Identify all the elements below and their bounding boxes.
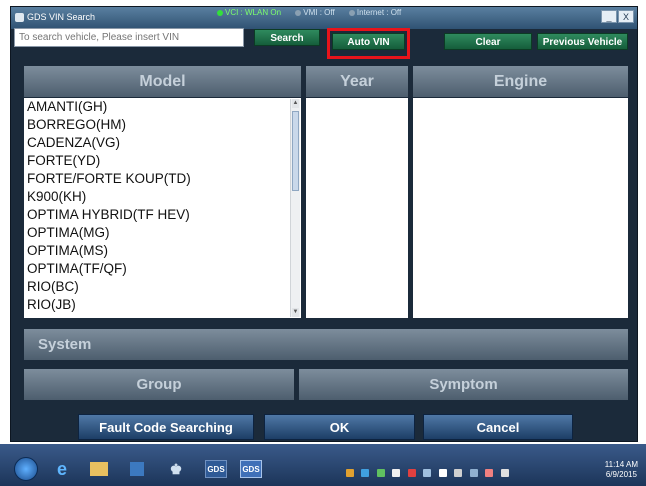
clear-button[interactable]: Clear bbox=[444, 33, 532, 50]
model-item[interactable]: K900(KH) bbox=[24, 188, 292, 206]
engine-column-header: Engine bbox=[413, 66, 628, 97]
speaker-icon[interactable] bbox=[500, 469, 509, 477]
clock-time: 11:14 AM bbox=[604, 460, 638, 469]
fault-code-searching-button[interactable]: Fault Code Searching bbox=[78, 414, 254, 440]
model-item[interactable]: OPTIMA(TF/QF) bbox=[24, 260, 292, 278]
model-item[interactable]: RIO(BC) bbox=[24, 278, 292, 296]
model-item[interactable]: FORTE/FORTE KOUP(TD) bbox=[24, 170, 292, 188]
model-item[interactable]: OPTIMA(MS) bbox=[24, 242, 292, 260]
tray-icon[interactable] bbox=[454, 469, 463, 477]
tray-icon[interactable] bbox=[361, 469, 370, 477]
app-icon bbox=[15, 13, 24, 22]
scroll-up-icon[interactable]: ▲ bbox=[292, 99, 299, 108]
symptom-section[interactable]: Symptom bbox=[299, 369, 628, 400]
scroll-thumb[interactable] bbox=[292, 111, 299, 191]
system-section[interactable]: System bbox=[24, 329, 628, 360]
model-item[interactable]: FORTE(YD) bbox=[24, 152, 292, 170]
model-item[interactable]: AMANTI(GH) bbox=[24, 98, 292, 116]
auto-vin-highlight-box bbox=[327, 28, 410, 59]
model-item[interactable]: OPTIMA(MG) bbox=[24, 224, 292, 242]
start-button-icon[interactable] bbox=[14, 457, 38, 481]
vin-search-input[interactable] bbox=[14, 28, 244, 47]
engine-list[interactable] bbox=[413, 98, 628, 318]
model-list-scrollbar[interactable]: ▲ ▼ bbox=[290, 99, 300, 317]
tray-icon[interactable] bbox=[407, 469, 416, 477]
folder-icon[interactable] bbox=[90, 462, 108, 476]
flag-icon[interactable] bbox=[392, 469, 401, 477]
tray-icon[interactable] bbox=[346, 469, 354, 477]
system-tray bbox=[346, 464, 586, 477]
ok-button[interactable]: OK bbox=[264, 414, 415, 440]
vci-status: VCI : WLAN On bbox=[225, 8, 282, 17]
cancel-button[interactable]: Cancel bbox=[423, 414, 573, 440]
tray-icon[interactable] bbox=[423, 469, 432, 477]
minimize-button[interactable]: _ bbox=[601, 10, 617, 23]
vci-status-icon bbox=[217, 9, 223, 16]
model-item[interactable]: OPTIMA HYBRID(TF HEV) bbox=[24, 206, 292, 224]
vmi-status: VMI : Off bbox=[303, 8, 335, 17]
tray-icon[interactable] bbox=[438, 469, 447, 477]
internet-status-icon bbox=[348, 9, 355, 16]
connection-status: VCI : WLAN On VMI : Off Internet : Off bbox=[217, 8, 413, 17]
model-item[interactable]: RIO(JB) bbox=[24, 296, 292, 314]
year-column-header: Year bbox=[306, 66, 408, 97]
tray-icon[interactable] bbox=[376, 469, 385, 477]
gds-taskbar-app-active[interactable]: GDS bbox=[240, 460, 262, 478]
window-title: GDS VIN Search bbox=[27, 12, 96, 22]
year-list[interactable] bbox=[306, 98, 408, 318]
model-item[interactable]: CADENZA(VG) bbox=[24, 134, 292, 152]
vmi-status-icon bbox=[295, 9, 302, 16]
previous-vehicle-button[interactable]: Previous Vehicle bbox=[537, 33, 628, 50]
model-column-header: Model bbox=[24, 66, 301, 97]
model-item[interactable]: BORREGO(HM) bbox=[24, 116, 292, 134]
clock-date: 6/9/2015 bbox=[605, 470, 637, 479]
title-bar: GDS VIN Search VCI : WLAN On VMI : Off I… bbox=[11, 7, 637, 29]
group-section[interactable]: Group bbox=[24, 369, 294, 400]
scroll-down-icon[interactable]: ▼ bbox=[292, 308, 299, 317]
taskbar-clock[interactable]: 11:14 AM 6/9/2015 bbox=[605, 460, 638, 480]
model-list[interactable]: AMANTI(GH) BORREGO(HM) CADENZA(VG) FORTE… bbox=[24, 98, 301, 318]
internet-status: Internet : Off bbox=[356, 8, 402, 17]
users-icon[interactable]: ♚ bbox=[166, 460, 186, 478]
close-button[interactable]: X bbox=[618, 10, 634, 23]
internet-explorer-icon[interactable]: e bbox=[52, 460, 72, 478]
search-button[interactable]: Search bbox=[254, 29, 320, 46]
tray-icon[interactable] bbox=[485, 469, 494, 477]
media-player-icon[interactable] bbox=[130, 462, 144, 476]
network-icon[interactable] bbox=[469, 469, 478, 477]
gds-taskbar-app[interactable]: GDS bbox=[205, 460, 227, 478]
